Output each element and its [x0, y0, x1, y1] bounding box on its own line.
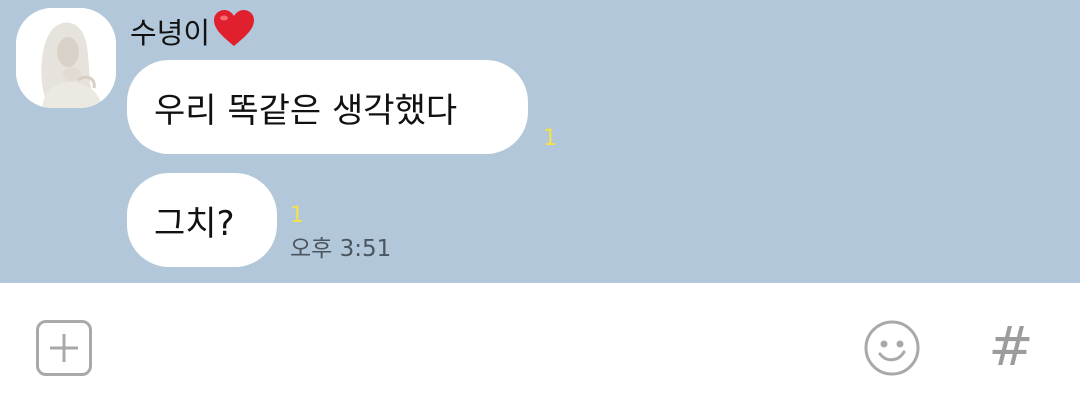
message-text: 우리 똑같은 생각했다 [154, 90, 458, 131]
message-text: 그치? [154, 203, 235, 244]
hashtag-icon: # [988, 315, 1034, 378]
profile-photo-icon [16, 8, 116, 108]
input-bar: # [0, 283, 1080, 409]
plus-icon [50, 334, 78, 362]
unread-count: 1 [543, 126, 557, 151]
message-bubble[interactable]: 그치? [127, 173, 277, 267]
plus-button[interactable] [36, 320, 92, 376]
emoji-icon [864, 320, 920, 376]
unread-count: 1 [290, 203, 304, 228]
sender-name: 수녕이 [130, 8, 256, 58]
chat-area: 수녕이 우리 똑같은 생각했다 1 그치? 1 오후 3:51 [0, 0, 1080, 283]
message-bubble[interactable]: 우리 똑같은 생각했다 [127, 60, 528, 154]
hashtag-button[interactable]: # [986, 317, 1036, 377]
avatar[interactable] [16, 8, 116, 108]
sender-name-text: 수녕이 [130, 16, 211, 50]
message-time: 오후 3:51 [290, 236, 392, 262]
heart-icon [212, 8, 256, 58]
emoji-button[interactable] [862, 318, 922, 378]
